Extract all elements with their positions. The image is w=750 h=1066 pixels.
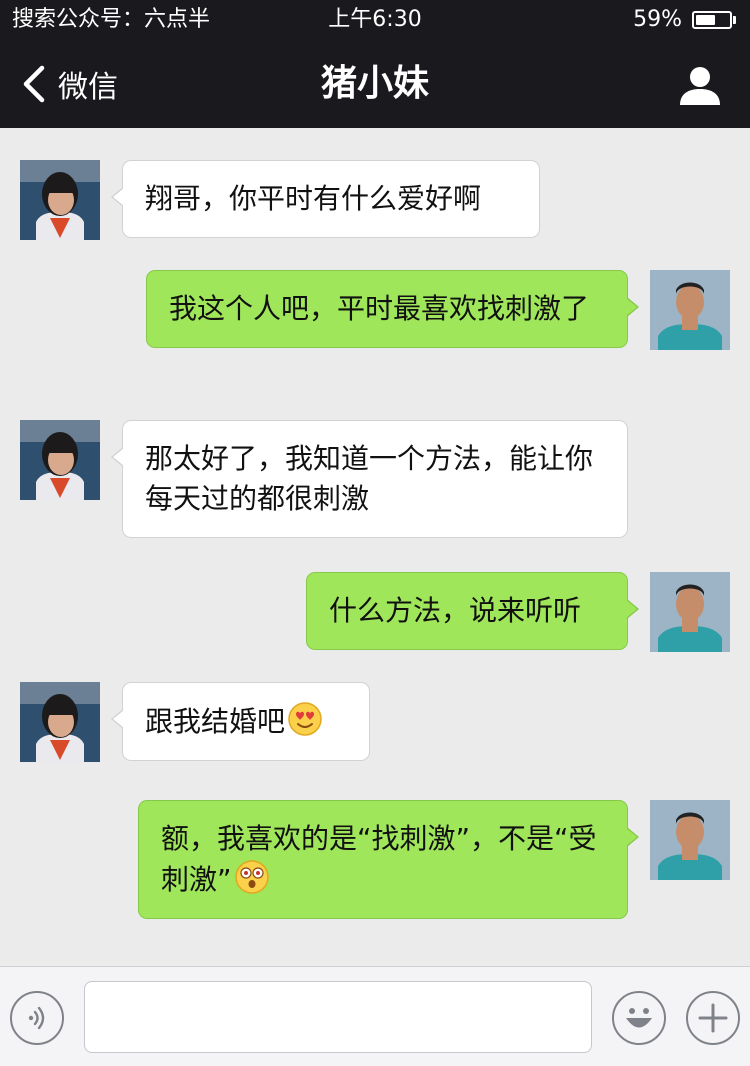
battery-status: 59% (633, 0, 736, 40)
nav-bar: 微信 猪小妹 (0, 40, 750, 128)
avatar-contact[interactable] (20, 160, 100, 240)
avatar-self[interactable] (650, 270, 730, 350)
battery-percent: 59% (633, 7, 682, 32)
battery-fill (696, 15, 715, 25)
message-input[interactable] (84, 981, 592, 1053)
status-bar: 搜索公众号：六点半 上午6:30 59% (0, 0, 750, 40)
message-bubble-incoming[interactable]: 翔哥，你平时有什么爱好啊 (111, 160, 540, 238)
heart-eyes-emoji-icon (288, 702, 322, 736)
message-bubble-incoming[interactable]: 跟我结婚吧 (111, 682, 370, 761)
avatar-self[interactable] (650, 800, 730, 880)
message-text: 我这个人吧，平时最喜欢找刺激了 (169, 292, 590, 325)
message-text: 额，我喜欢的是“找刺激”，不是“受刺激” (161, 822, 597, 896)
shocked-emoji-icon (234, 860, 269, 894)
message-bubble-incoming[interactable]: 那太好了，我知道一个方法，能让你每天过的都很刺激 (111, 420, 628, 538)
self-avatar-image (650, 800, 730, 880)
input-bar (0, 966, 750, 1066)
person-icon[interactable] (678, 64, 722, 106)
avatar-contact[interactable] (20, 682, 100, 762)
contact-avatar-image (20, 160, 100, 240)
message-text: 翔哥，你平时有什么爱好啊 (145, 182, 482, 215)
chat-title: 猪小妹 (320, 63, 429, 104)
self-avatar-image (650, 572, 730, 652)
message-bubble-outgoing[interactable]: 什么方法，说来听听 (306, 572, 639, 650)
contact-avatar-image (20, 682, 100, 762)
message-text: 什么方法，说来听听 (329, 594, 582, 627)
plus-icon (698, 1003, 728, 1033)
self-avatar-image (650, 270, 730, 350)
voice-icon (28, 1006, 45, 1030)
message-bubble-outgoing[interactable]: 额，我喜欢的是“找刺激”，不是“受刺激” (138, 800, 639, 919)
chat-area: 翔哥，你平时有什么爱好啊 我这个人吧，平时最喜欢找刺激了 那太好了，我知道一个方… (0, 128, 750, 966)
message-bubble-outgoing[interactable]: 我这个人吧，平时最喜欢找刺激了 (146, 270, 639, 348)
message-text: 那太好了，我知道一个方法，能让你每天过的都很刺激 (145, 442, 594, 515)
avatar-self[interactable] (650, 572, 730, 652)
voice-button[interactable] (10, 991, 64, 1045)
battery-icon (692, 11, 732, 29)
battery-tip (733, 16, 736, 24)
emoji-button[interactable] (612, 991, 666, 1045)
avatar-contact[interactable] (20, 420, 100, 500)
smiley-icon (626, 1008, 652, 1028)
contact-avatar-image (20, 420, 100, 500)
message-text: 跟我结婚吧 (145, 705, 286, 738)
more-button[interactable] (686, 991, 740, 1045)
